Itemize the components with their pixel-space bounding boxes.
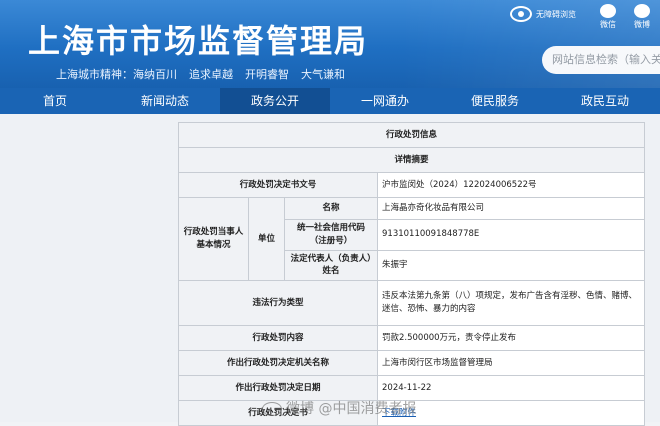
legal-label: 法定代表人（负责人）姓名 xyxy=(284,249,378,281)
violation-value: 违反本法第九条第（八）项规定，发布广告含有淫秽、色情、赌博、迷信、恐怖、暴力的内… xyxy=(376,280,646,326)
credit-label: 统一社会信用代码（注册号） xyxy=(284,219,378,251)
date-value: 2024-11-22 xyxy=(376,375,646,401)
watermark-text: 微博 @中国消费者报 xyxy=(286,401,417,417)
penalty-value: 罚款2.500000万元，责令停止发布 xyxy=(376,325,646,351)
nav-news[interactable]: 新闻动态 xyxy=(110,88,220,114)
spirit-item: 追求卓越 xyxy=(189,68,233,81)
nav-online-service[interactable]: 一网通办 xyxy=(330,88,440,114)
accessibility-button[interactable]: 无障碍浏览 xyxy=(510,6,576,22)
wechat-label: 微信 xyxy=(600,20,616,29)
wechat-button[interactable]: 微信 xyxy=(594,4,622,30)
authority-label: 作出行政处罚决定机关名称 xyxy=(178,350,378,376)
accessibility-label: 无障碍浏览 xyxy=(536,9,576,19)
penalty-info-table: 行政处罚信息 详情摘要 行政处罚决定书文号 沪市监闵处（2024）1220240… xyxy=(177,122,646,426)
nav-public-service[interactable]: 便民服务 xyxy=(440,88,550,114)
weibo-icon xyxy=(634,4,650,18)
table-title: 行政处罚信息 xyxy=(177,122,646,148)
authority-value: 上海市闵行区市场监督管理局 xyxy=(376,350,646,376)
spirit-item: 海纳百川 xyxy=(133,68,177,81)
wechat-icon xyxy=(600,4,616,18)
nav-gov-affairs[interactable]: 政务公开 xyxy=(220,88,330,114)
legal-value: 朱振宇 xyxy=(376,249,646,281)
watermark: 微博 @中国消费者报 xyxy=(262,398,416,418)
nav-interaction[interactable]: 政民互动 xyxy=(550,88,660,114)
spirit-item: 开明睿智 xyxy=(245,68,289,81)
search-input[interactable]: 网站信息检索（输入关 xyxy=(542,46,660,74)
weibo-label: 微博 xyxy=(634,20,650,29)
content-area: 行政处罚信息 详情摘要 行政处罚决定书文号 沪市监闵处（2024）1220240… xyxy=(0,114,660,426)
penalty-label: 行政处罚内容 xyxy=(178,325,378,351)
nav-home[interactable]: 首页 xyxy=(0,88,110,114)
site-header: 上海市市场监督管理局 上海城市精神：海纳百川 追求卓越 开明睿智 大气谦和 无障碍浏览… xyxy=(0,0,660,88)
spirit-item: 大气谦和 xyxy=(301,68,345,81)
city-spirit: 上海城市精神：海纳百川 追求卓越 开明睿智 大气谦和 xyxy=(56,66,357,82)
credit-value: 91310110091848778E xyxy=(376,219,646,251)
violation-label: 违法行为类型 xyxy=(178,280,378,326)
weibo-button[interactable]: 微博 xyxy=(628,4,656,30)
unit-label: 单位 xyxy=(248,197,285,281)
party-label: 行政处罚当事人基本情况 xyxy=(178,197,249,281)
spirit-label: 上海城市精神： xyxy=(56,68,133,81)
doc-no-value: 沪市监闵处（2024）122024006522号 xyxy=(376,172,646,198)
doc-no-label: 行政处罚决定书文号 xyxy=(178,172,378,198)
weibo-logo-icon xyxy=(262,402,282,416)
eye-icon xyxy=(510,6,532,22)
name-label: 名称 xyxy=(284,197,378,220)
name-value: 上海晶亦奇化妆品有限公司 xyxy=(376,197,646,220)
date-label: 作出行政处罚决定日期 xyxy=(178,375,378,401)
site-title: 上海市市场监督管理局 xyxy=(28,22,369,60)
summary-heading: 详情摘要 xyxy=(177,147,646,173)
main-nav: 首页 新闻动态 政务公开 一网通办 便民服务 政民互动 xyxy=(0,88,660,114)
